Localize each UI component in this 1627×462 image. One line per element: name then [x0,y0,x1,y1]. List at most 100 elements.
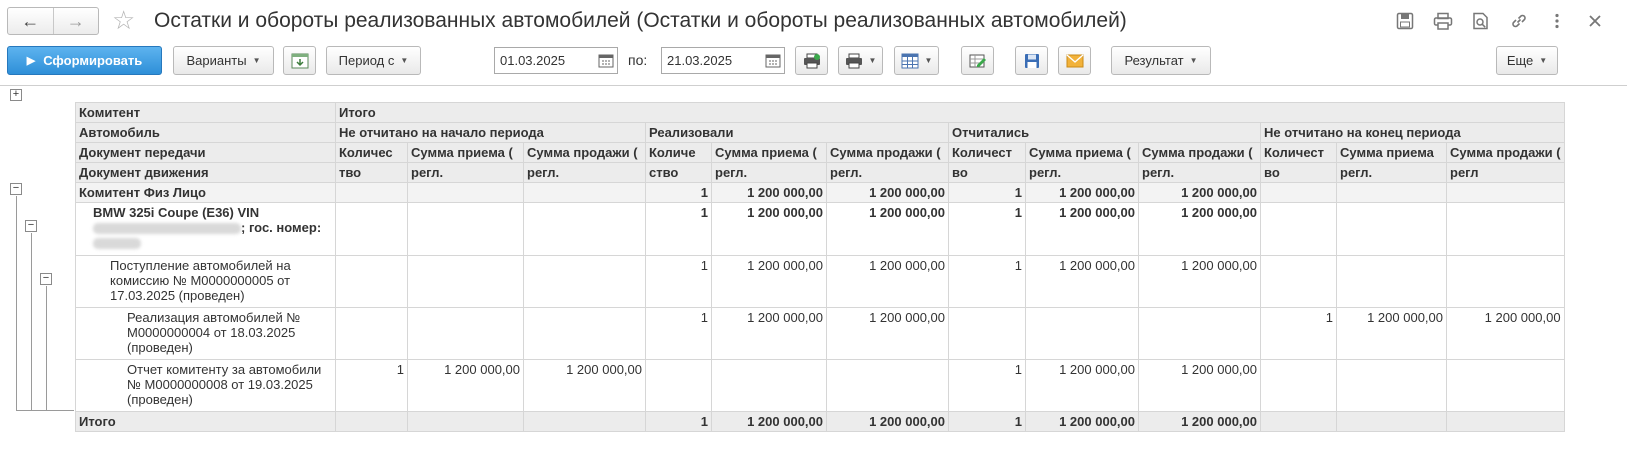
calendar-icon[interactable] [598,53,614,68]
period-button-label: Период с [338,53,395,68]
save-report-button[interactable] [1015,46,1048,75]
car-plate-label: ; гос. номер: [241,220,322,235]
table-cell [1138,307,1261,360]
collapse-car-icon[interactable]: − [25,220,37,232]
period-button[interactable]: Период с ▼ [326,46,421,75]
more-dots-icon[interactable] [1545,9,1569,33]
header-cell: Количест [1260,142,1337,163]
printer-icon[interactable] [1431,9,1455,33]
header-cell: регл. [1336,162,1447,183]
play-icon: ▶ [26,55,36,67]
table-cell: 1 200 000,00 [1138,202,1261,256]
table-cell: 1 200 000,00 [711,411,827,432]
variants-button[interactable]: Варианты ▼ [173,46,274,75]
row-label: Комитент Физ Лицо [75,182,336,203]
table-cell [1446,411,1565,432]
print-settings-button[interactable] [795,46,828,75]
table-cell [711,359,827,412]
chevron-down-icon: ▼ [868,56,877,65]
row-label[interactable]: Реализация автомобилей № М0000000004 от … [75,307,336,360]
print-button[interactable]: ▼ [838,46,883,75]
table-cell: 1 [948,255,1026,308]
table-cell: 1 [645,255,712,308]
tree-line [46,286,47,411]
header-cell: Автомобиль [75,122,336,143]
table-cell [1260,255,1337,308]
chevron-down-icon: ▼ [252,56,261,65]
table-cell: 1 200 000,00 [826,202,949,256]
page-title: Остатки и обороты реализованных автомоби… [154,9,1127,32]
link-icon[interactable] [1507,9,1531,33]
car-vin-line: ; гос. номер: [93,220,332,235]
header-cell: ство [645,162,712,183]
arrow-right-icon: → [66,10,85,31]
forward-button[interactable]: → [52,8,99,34]
row-label[interactable]: Поступление автомобилей на комиссию № М0… [75,255,336,308]
header-cell: Реализовали [645,122,949,143]
expand-all-icon[interactable]: + [10,89,22,101]
table-cell: 1 [645,202,712,256]
header-cell: Сумма приема ( [1025,142,1139,163]
table-row-committent[interactable]: Комитент Физ Лицо 1 1 200 000,00 1 200 0… [75,182,1565,203]
table-cell: 1 [1260,307,1337,360]
date-to-field[interactable]: 21.03.2025 [661,47,785,74]
table-cell [335,307,408,360]
date-from-value: 01.03.2025 [500,53,566,68]
table-cell: 1 200 000,00 [1138,359,1261,412]
result-button[interactable]: Результат ▼ [1111,46,1211,75]
date-to-value: 21.03.2025 [667,53,733,68]
table-cell: 1 200 000,00 [1138,411,1261,432]
collapse-document-icon[interactable]: − [40,273,52,285]
table-row-document[interactable]: Поступление автомобилей на комиссию № М0… [75,255,1565,308]
date-from-field[interactable]: 01.03.2025 [494,47,618,74]
table-cell: 1 200 000,00 [407,359,524,412]
back-button[interactable]: ← [8,8,53,34]
table-cell [1446,182,1565,203]
table-cell [523,255,646,308]
variants-button-label: Варианты [186,53,247,68]
table-cell: 1 [335,359,408,412]
table-cell [1336,255,1447,308]
edit-report-button[interactable] [961,46,994,75]
table-cell [407,202,524,256]
chevron-down-icon: ▼ [1189,56,1198,65]
table-cell: 1 200 000,00 [711,255,827,308]
table-cell [1336,359,1447,412]
close-icon[interactable] [1583,9,1607,33]
header-cell: Итого [335,102,1565,123]
header-row: Автомобиль Не отчитано на начало периода… [75,122,1565,143]
download-panel-icon [291,53,308,68]
header-cell: Количест [948,142,1026,163]
table-cell [335,202,408,256]
table-row-movement[interactable]: Отчет комитенту за автомобили № М0000000… [75,359,1565,412]
page-search-icon[interactable] [1469,9,1493,33]
header-cell: Отчитались [948,122,1261,143]
table-cell [1446,359,1565,412]
table-cell: 1 200 000,00 [1446,307,1565,360]
send-email-button[interactable] [1058,46,1091,75]
collapse-committent-icon[interactable]: − [10,183,22,195]
table-row-movement[interactable]: Реализация автомобилей № М0000000004 от … [75,307,1565,360]
printer-green-icon [803,53,820,68]
floppy-icon[interactable] [1393,9,1417,33]
table-cell [1336,411,1447,432]
title-bar: ← → ☆ Остатки и обороты реализованных ав… [0,0,1627,42]
redacted-plate [93,238,141,250]
more-button[interactable]: Еще ▼ [1496,46,1558,75]
row-label[interactable]: Отчет комитенту за автомобили № М0000000… [75,359,336,412]
table-row-car[interactable]: BMW 325i Coupe (E36) VIN ; гос. номер: 1… [75,202,1565,256]
envelope-icon [1066,53,1083,67]
table-settings-button[interactable]: ▼ [894,46,939,75]
generate-button[interactable]: ▶ Сформировать [7,46,162,75]
table-cell: 1 200 000,00 [711,307,827,360]
star-icon[interactable]: ☆ [112,6,135,34]
header-cell: регл. [826,162,949,183]
calendar-icon[interactable] [765,53,781,68]
redacted-vin [93,223,241,235]
table-cell: 1 [645,182,712,203]
table-cell: 1 200 000,00 [1025,182,1139,203]
table-cell: 1 [948,202,1026,256]
header-cell: во [948,162,1026,183]
header-cell: Количес [335,142,408,163]
save-variant-button[interactable] [283,46,316,75]
